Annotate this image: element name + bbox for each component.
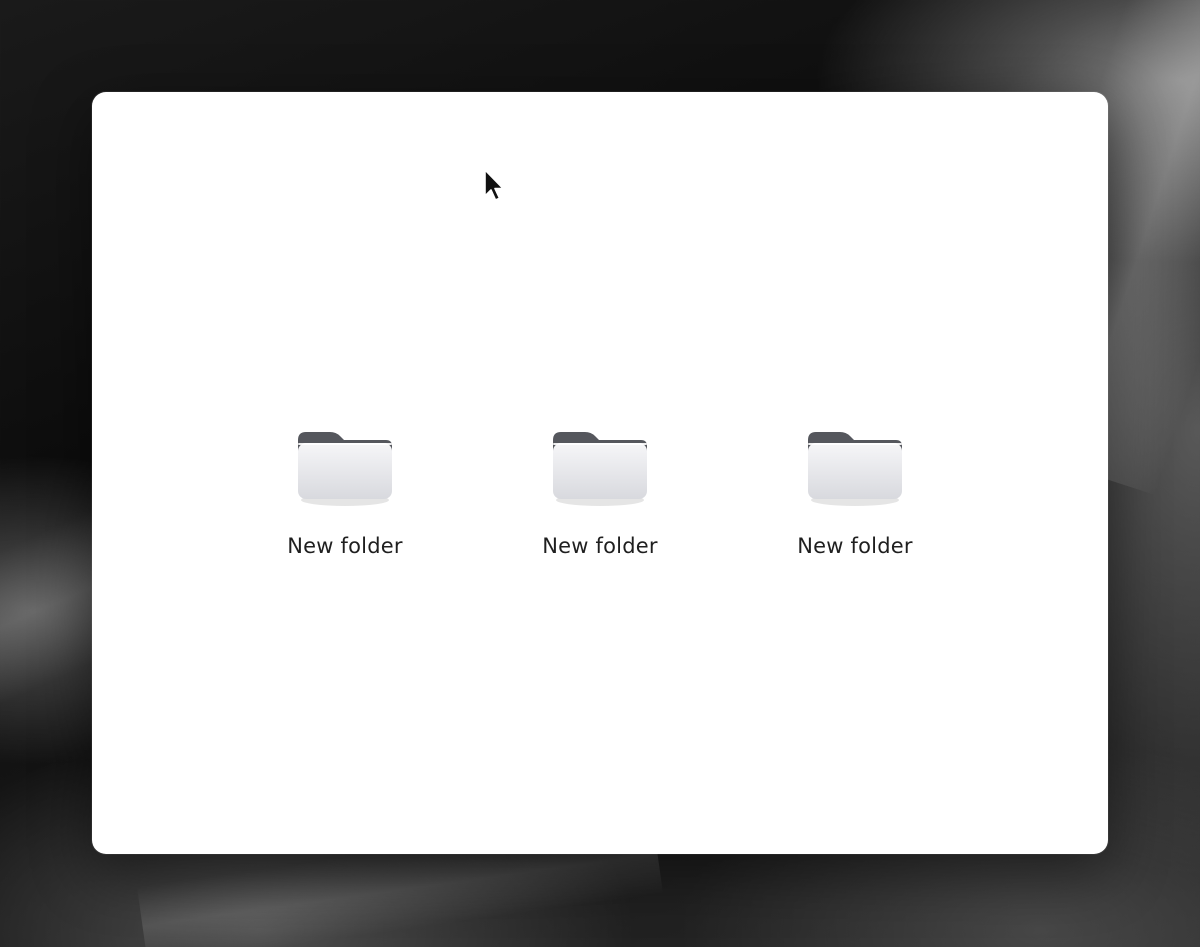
finder-window: New folder New folder New folder: [92, 92, 1108, 854]
folder-icon: [808, 432, 902, 506]
folder-item-2[interactable]: New folder: [515, 426, 685, 576]
folder-item-3[interactable]: New folder: [770, 426, 940, 576]
folder-label: New folder: [287, 534, 403, 558]
folder-icon: [298, 432, 392, 506]
folder-label: New folder: [542, 534, 658, 558]
folder-item-1[interactable]: New folder: [260, 426, 430, 576]
folder-label: New folder: [797, 534, 913, 558]
folder-icon: [553, 432, 647, 506]
